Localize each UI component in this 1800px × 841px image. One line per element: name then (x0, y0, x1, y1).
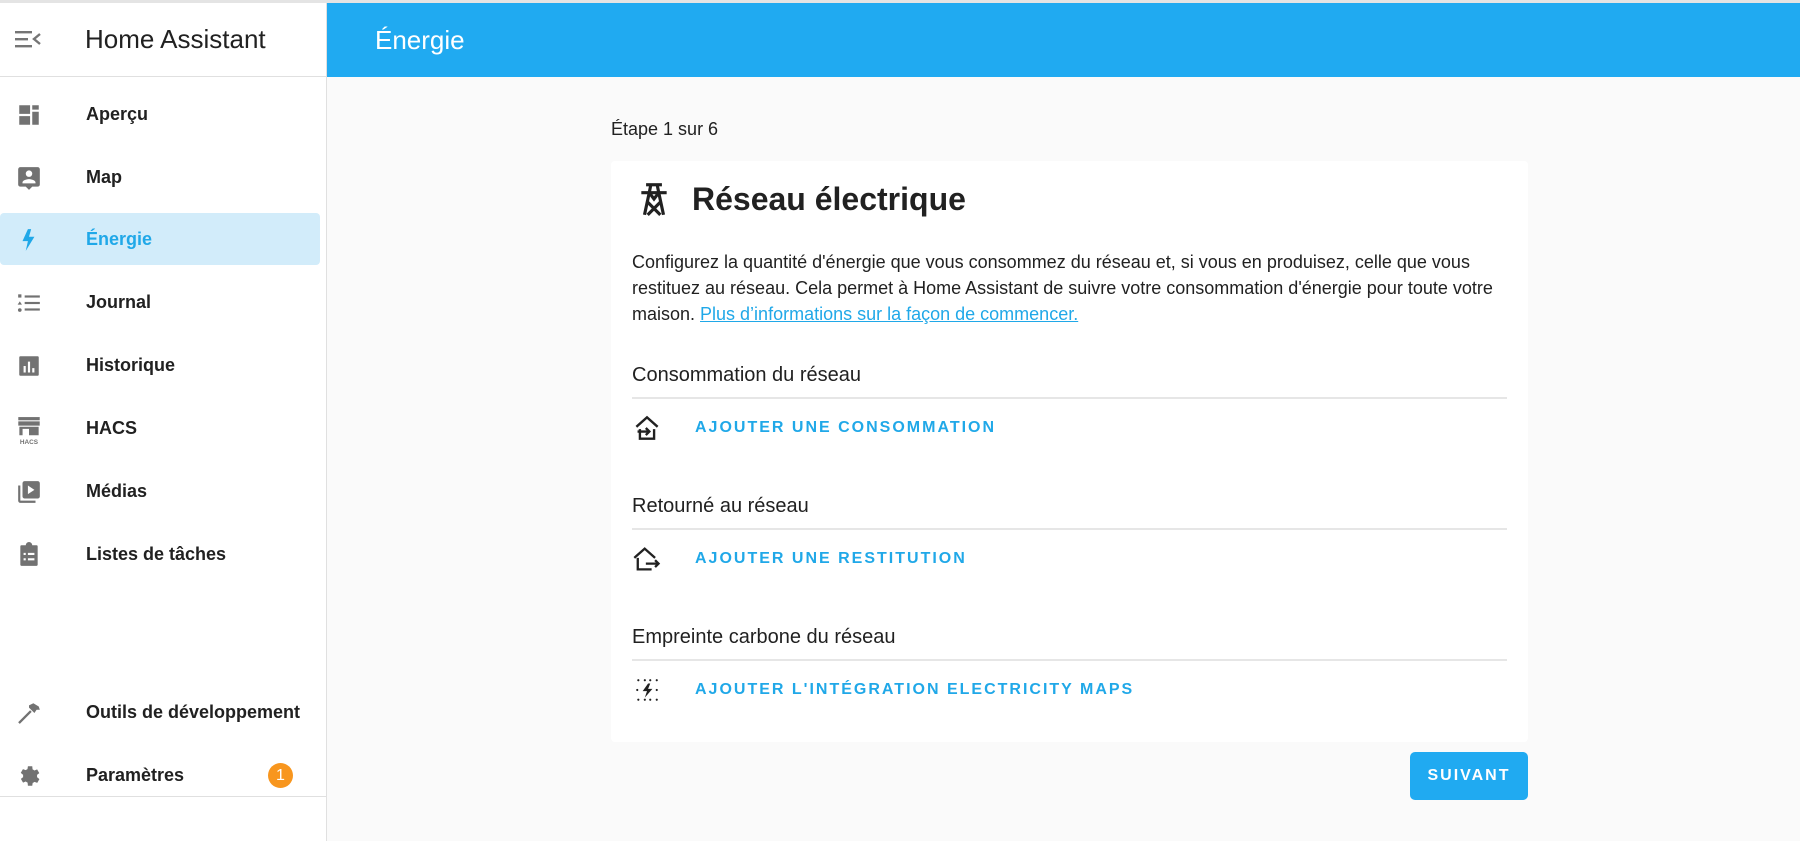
chart-box-icon (16, 353, 42, 379)
dashboard-icon (16, 102, 42, 128)
sidebar-item-listes-de-taches[interactable]: Listes de tâches (0, 528, 320, 580)
top-app-bar: Énergie (327, 3, 1800, 77)
hammer-icon (16, 700, 42, 726)
play-box-multiple-icon (16, 479, 42, 505)
sidebar-item-label: HACS (86, 418, 138, 438)
sidebar: Home Assistant Aperçu Map Énergie Journa… (0, 3, 327, 841)
section-divider (632, 397, 1507, 399)
next-button[interactable]: SUIVANT (1410, 752, 1528, 800)
sidebar-item-hacs[interactable]: HACS HACS (0, 402, 320, 454)
sidebar-item-energie[interactable]: Énergie (0, 213, 320, 265)
sidebar-item-label: Médias (86, 481, 148, 501)
sidebar-item-label: Journal (86, 292, 152, 312)
notification-badge: 1 (268, 763, 293, 788)
sidebar-divider (0, 796, 326, 797)
lightning-bolt-icon (16, 227, 42, 253)
section-divider (632, 528, 1507, 530)
add-electricity-maps-label: AJOUTER L'INTÉGRATION ELECTRICITY MAPS (695, 681, 1135, 698)
section-title-consommation: Consommation du réseau (632, 364, 862, 386)
hacs-store-icon: HACS (16, 416, 42, 446)
sidebar-item-label: Aperçu (86, 104, 149, 124)
section-divider (632, 659, 1507, 661)
account-box-icon (16, 165, 42, 191)
format-list-bulleted-icon (16, 290, 42, 316)
add-consumption-label: AJOUTER UNE CONSOMMATION (695, 419, 997, 436)
sidebar-item-label: Énergie (86, 229, 153, 249)
sidebar-item-journal[interactable]: Journal (0, 276, 320, 328)
getting-started-link[interactable]: Plus d’informations sur la façon de comm… (700, 304, 1078, 324)
sidebar-item-label: Paramètres (86, 765, 185, 785)
clipboard-list-icon (16, 542, 42, 568)
sidebar-item-map[interactable]: Map (0, 151, 320, 203)
sidebar-item-label: Map (86, 167, 122, 187)
add-consumption-button[interactable]: AJOUTER UNE CONSOMMATION (632, 408, 1507, 448)
home-export-icon (632, 546, 662, 572)
sidebar-item-apercu[interactable]: Aperçu (0, 88, 320, 140)
sidebar-item-outils-de-developpement[interactable]: Outils de développement (0, 686, 320, 738)
sidebar-item-label: Listes de tâches (86, 544, 227, 564)
add-electricity-maps-button[interactable]: AJOUTER L'INTÉGRATION ELECTRICITY MAPS (632, 670, 1507, 710)
section-title-empreinte: Empreinte carbone du réseau (632, 626, 896, 648)
add-return-button[interactable]: AJOUTER UNE RESTITUTION (632, 539, 1507, 579)
sidebar-item-historique[interactable]: Historique (0, 339, 320, 391)
card-description: Configurez la quantité d'énergie que vou… (632, 249, 1512, 327)
cog-icon (16, 763, 42, 789)
sidebar-item-medias[interactable]: Médias (0, 465, 320, 517)
sidebar-item-label: Historique (86, 355, 176, 375)
svg-text:HACS: HACS (20, 439, 39, 446)
sidebar-item-label: Outils de développement (86, 702, 301, 722)
home-import-icon (632, 415, 662, 441)
grid-config-card: Réseau électrique Configurez la quantité… (611, 161, 1528, 742)
step-indicator: Étape 1 sur 6 (611, 119, 719, 139)
add-return-label: AJOUTER UNE RESTITUTION (695, 550, 967, 567)
lightning-dots-icon (632, 677, 662, 703)
transmission-tower-icon (635, 179, 673, 219)
card-title: Réseau électrique (692, 181, 966, 217)
section-title-retourne: Retourné au réseau (632, 495, 809, 517)
app-title: Home Assistant (85, 24, 266, 54)
sidebar-item-parametres[interactable]: Paramètres 1 (0, 749, 320, 801)
menu-collapse-icon[interactable] (14, 27, 42, 51)
sidebar-header: Home Assistant (0, 3, 326, 77)
page-title: Énergie (375, 25, 465, 55)
